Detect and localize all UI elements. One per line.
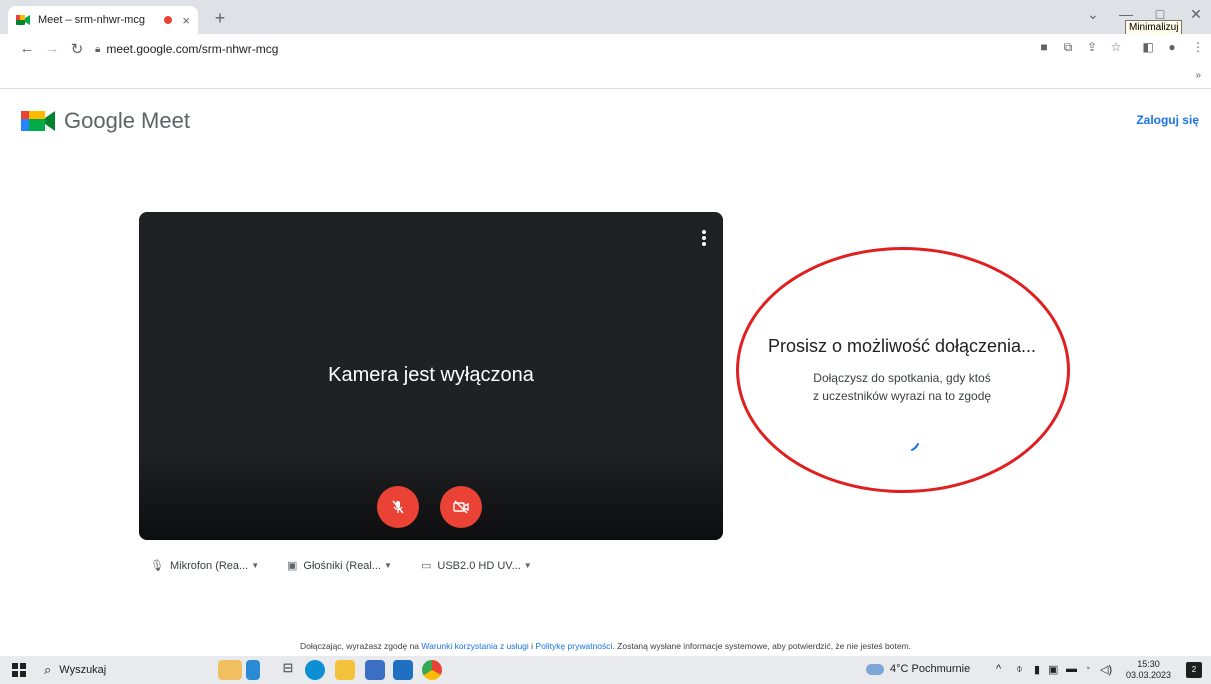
taskbar-search[interactable]: ⌕ Wyszukaj bbox=[38, 658, 198, 682]
volume-icon[interactable]: ◁) bbox=[1100, 663, 1112, 676]
meet-favicon-icon bbox=[16, 15, 30, 25]
keyboard-icon[interactable]: ▬ bbox=[1066, 663, 1077, 675]
widgets-icon[interactable] bbox=[218, 660, 242, 680]
browser-tab[interactable]: Meet – srm-nhwr-mcg × bbox=[8, 6, 198, 34]
address-bar[interactable]: 🔒︎ meet.google.com/srm-nhwr-mcg bbox=[95, 38, 995, 60]
reload-icon[interactable]: ↻ bbox=[68, 40, 86, 58]
consent-text: Dołączając, wyrażasz zgodę na Warunki ko… bbox=[0, 641, 1211, 651]
cloud-icon bbox=[866, 663, 884, 675]
recording-indicator-icon bbox=[164, 16, 173, 24]
taskbar: ⌕ Wyszukaj ⊟ 4°C Pochmurnie ^ ⌽ ▮ ▣ ▬ ◔ … bbox=[0, 656, 1211, 684]
status-line-1: Dołączysz do spotkania, gdy ktoś bbox=[813, 371, 991, 385]
camera-preview: Kamera jest wyłączona bbox=[139, 212, 723, 540]
status-title: Prosisz o możliwość dołączenia... bbox=[767, 336, 1037, 356]
camera-off-icon bbox=[453, 500, 469, 514]
camera-label: USB2.0 HD UV... bbox=[437, 559, 521, 572]
preview-shade bbox=[139, 450, 723, 540]
tooltip: Minimalizuj bbox=[1125, 20, 1183, 35]
lock-icon: 🔒︎ bbox=[95, 43, 101, 55]
profile-icon[interactable]: ● bbox=[1164, 40, 1180, 54]
taskbar-clock[interactable]: 15:30 03.03.2023 bbox=[1126, 659, 1171, 681]
tab-title: Meet – srm-nhwr-mcg bbox=[38, 14, 145, 26]
camera-off-label: Kamera jest wyłączona bbox=[328, 364, 534, 386]
camera-select[interactable]: ▭ USB2.0 HD UV... ▼ bbox=[421, 559, 532, 573]
video-camera-icon: ▭ bbox=[421, 560, 432, 572]
clock-time: 15:30 bbox=[1137, 659, 1160, 669]
speaker-icon: ▣ bbox=[287, 560, 298, 572]
forward-icon[interactable]: → bbox=[43, 40, 61, 57]
store-icon[interactable] bbox=[365, 660, 385, 680]
chevron-down-icon: ▼ bbox=[384, 561, 392, 570]
consent-prefix: Dołączając, wyrażasz zgodę na bbox=[299, 641, 422, 651]
chrome-icon[interactable] bbox=[422, 660, 442, 680]
google-meet-logo-icon bbox=[21, 111, 55, 131]
tab-search-icon[interactable]: ⌄ bbox=[1083, 6, 1103, 23]
close-window-button[interactable]: ✕ bbox=[1186, 6, 1206, 23]
chevron-down-icon: ▼ bbox=[251, 561, 260, 570]
side-panel-icon[interactable]: ◧ bbox=[1140, 40, 1156, 54]
join-status: Prosisz o możliwość dołączenia... Dołącz… bbox=[736, 336, 1068, 403]
privacy-link[interactable]: Politykę prywatności bbox=[535, 641, 612, 651]
bookmark-star-icon[interactable]: ☆ bbox=[1108, 40, 1124, 54]
bookmarks-bar: » bbox=[0, 64, 1211, 89]
terms-link[interactable]: Warunki korzystania z usługi bbox=[421, 641, 528, 651]
new-tab-button[interactable]: + bbox=[210, 8, 230, 29]
display-icon[interactable]: ▣ bbox=[1048, 663, 1058, 676]
tray-chevron-up-icon[interactable]: ^ bbox=[996, 663, 1001, 675]
file-explorer-icon[interactable] bbox=[335, 660, 355, 680]
loading-spinner-icon bbox=[911, 443, 919, 451]
status-line-2: z uczestników wyrazi na to zgodę bbox=[812, 389, 992, 403]
microphone-select[interactable]: 🎙︎ Mikrofon (Rea... ▼ bbox=[150, 559, 260, 573]
tab-strip: Meet – srm-nhwr-mcg × + ⌄ — □ ✕ Minimali… bbox=[0, 0, 1211, 35]
sign-in-link[interactable]: Zaloguj się bbox=[1136, 113, 1199, 127]
chevron-down-icon: ▼ bbox=[523, 561, 532, 570]
clock-date: 03.03.2023 bbox=[1126, 670, 1172, 680]
mail-icon[interactable] bbox=[393, 660, 413, 680]
mic-off-icon bbox=[392, 500, 404, 514]
microphone-label: Mikrofon (Rea... bbox=[169, 559, 249, 572]
search-icon: ⌕ bbox=[44, 662, 52, 677]
person-figure-icon[interactable] bbox=[246, 660, 260, 680]
task-view-icon[interactable]: ⊟ bbox=[278, 660, 298, 680]
speakers-select[interactable]: ▣ Głośniki (Real... ▼ bbox=[287, 559, 392, 573]
windows-start-icon[interactable] bbox=[12, 663, 26, 677]
taskbar-search-label: Wyszukaj bbox=[59, 664, 107, 676]
battery-icon[interactable]: ⌽ bbox=[1016, 663, 1023, 676]
weather-widget[interactable]: 4°C Pochmurnie bbox=[866, 663, 970, 675]
open-in-tab-icon[interactable]: ⧉ bbox=[1060, 40, 1076, 55]
edge-browser-icon[interactable] bbox=[305, 660, 325, 680]
back-icon[interactable]: ← bbox=[18, 40, 36, 57]
wifi-icon[interactable]: ◔ bbox=[1084, 663, 1091, 675]
mic-toggle-button[interactable] bbox=[377, 486, 419, 528]
notifications-button[interactable]: 2 bbox=[1186, 662, 1202, 678]
url-text: meet.google.com/srm-nhwr-mcg bbox=[106, 42, 279, 56]
menu-icon[interactable]: ⋮ bbox=[1190, 40, 1206, 54]
browser-toolbar: ← → ↻ 🔒︎ meet.google.com/srm-nhwr-mcg bbox=[0, 34, 1211, 64]
consent-suffix: . Zostaną wysłane informacje systemowe, … bbox=[612, 641, 912, 651]
tab-close-button[interactable]: × bbox=[182, 13, 190, 28]
microphone-tray-icon[interactable]: ▮ bbox=[1034, 663, 1040, 676]
share-icon[interactable]: ⇪ bbox=[1084, 40, 1100, 54]
weather-label: 4°C Pochmurnie bbox=[890, 663, 971, 675]
brand-name: Google Meet bbox=[64, 108, 190, 133]
microphone-icon: 🎙︎ bbox=[150, 560, 164, 572]
camera-in-use-icon[interactable]: ■ bbox=[1036, 40, 1052, 54]
bookmarks-more-button[interactable]: » bbox=[1195, 70, 1201, 81]
speakers-label: Głośniki (Real... bbox=[303, 559, 382, 572]
more-options-button[interactable] bbox=[699, 230, 709, 246]
camera-toggle-button[interactable] bbox=[440, 486, 482, 528]
